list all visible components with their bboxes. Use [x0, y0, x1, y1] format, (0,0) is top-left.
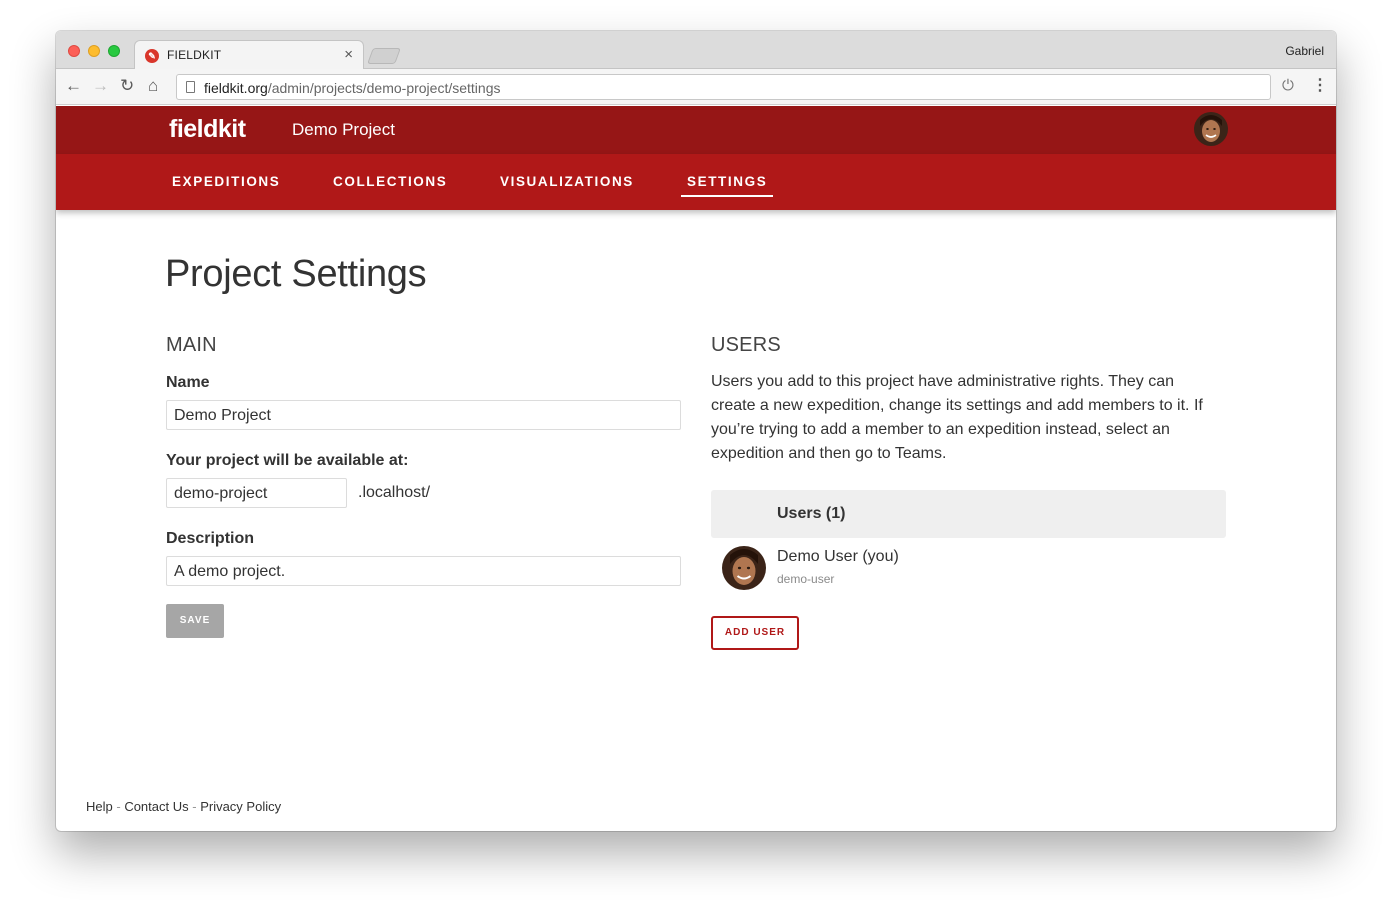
page-title: Project Settings	[165, 253, 427, 295]
tab-close-icon[interactable]: ×	[344, 46, 353, 63]
close-window-button[interactable]	[68, 45, 80, 57]
url-host: fieldkit.org	[204, 80, 268, 96]
user-row[interactable]: Demo User (you) demo-user	[711, 538, 1226, 598]
url-text[interactable]: fieldkit.org/admin/projects/demo-project…	[204, 80, 500, 96]
tab-expeditions[interactable]: EXPEDITIONS	[172, 174, 280, 189]
footer-help-link[interactable]: Help	[86, 799, 113, 814]
url-suffix: .localhost/	[358, 484, 431, 501]
tab-settings[interactable]: SETTINGS	[681, 174, 774, 197]
main-nav: EXPEDITIONS COLLECTIONS VISUALIZATIONS S…	[56, 154, 1336, 210]
project-title[interactable]: Demo Project	[292, 120, 395, 140]
description-input[interactable]: A demo project.	[166, 556, 681, 586]
tab-collections[interactable]: COLLECTIONS	[333, 174, 447, 189]
new-tab-button[interactable]	[367, 48, 401, 64]
footer-privacy-link[interactable]: Privacy Policy	[200, 799, 281, 814]
save-button[interactable]: SAVE	[166, 604, 224, 638]
tab-strip: ✎ FIELDKIT × Gabriel	[56, 31, 1336, 70]
name-label: Name	[166, 374, 210, 391]
home-icon[interactable]: ⌂	[148, 77, 158, 95]
browser-profile-name[interactable]: Gabriel	[1285, 44, 1324, 58]
users-count-label: Users (1)	[777, 505, 846, 522]
footer-separator: -	[112, 799, 125, 814]
user-avatar[interactable]	[1194, 112, 1228, 146]
url-path: /admin/projects/demo-project/settings	[267, 80, 501, 96]
user-display-name: Demo User (you)	[777, 548, 899, 565]
footer-separator: -	[188, 799, 201, 814]
reload-icon[interactable]: ↻	[120, 77, 134, 95]
browser-toolbar: ← → ↻ ⌂ fieldkit.org/admin/projects/demo…	[56, 69, 1336, 105]
avatar	[722, 546, 766, 590]
description-label: Description	[166, 530, 255, 547]
fieldkit-logo[interactable]: fieldkit	[169, 115, 246, 144]
add-user-button[interactable]: ADD USER	[711, 616, 799, 650]
minimize-window-button[interactable]	[88, 45, 100, 57]
users-table-header: Users (1)	[711, 490, 1226, 538]
page-info-icon[interactable]	[186, 81, 195, 93]
main-section-title: MAIN	[166, 334, 217, 356]
maximize-window-button[interactable]	[108, 45, 120, 57]
fieldkit-favicon-icon: ✎	[145, 49, 159, 63]
footer-contact-link[interactable]: Contact Us	[124, 799, 188, 814]
site-header: fieldkit Demo Project	[56, 106, 1336, 154]
users-section-title: USERS	[711, 334, 781, 356]
browser-window: ✎ FIELDKIT × Gabriel ← → ↻ ⌂ fieldkit.or…	[56, 31, 1336, 831]
url-label: Your project will be available at:	[166, 452, 409, 469]
users-description: Users you add to this project have admin…	[711, 373, 1203, 462]
footer: Help - Contact Us - Privacy Policy	[86, 799, 281, 814]
tab-title: FIELDKIT	[167, 48, 222, 62]
power-icon[interactable]: ⏻	[1282, 77, 1294, 94]
back-arrow-icon[interactable]: ←	[65, 77, 82, 95]
forward-arrow-icon[interactable]: →	[92, 77, 109, 95]
browser-tab[interactable]: ✎ FIELDKIT ×	[134, 40, 364, 70]
tab-visualizations[interactable]: VISUALIZATIONS	[500, 174, 634, 189]
user-handle: demo-user	[777, 572, 835, 586]
address-bar[interactable]: fieldkit.org/admin/projects/demo-project…	[176, 74, 1271, 100]
menu-dots-icon[interactable]: ⋮	[1312, 75, 1328, 95]
name-input[interactable]: Demo Project	[166, 400, 681, 430]
slug-input[interactable]: demo-project	[166, 478, 347, 508]
